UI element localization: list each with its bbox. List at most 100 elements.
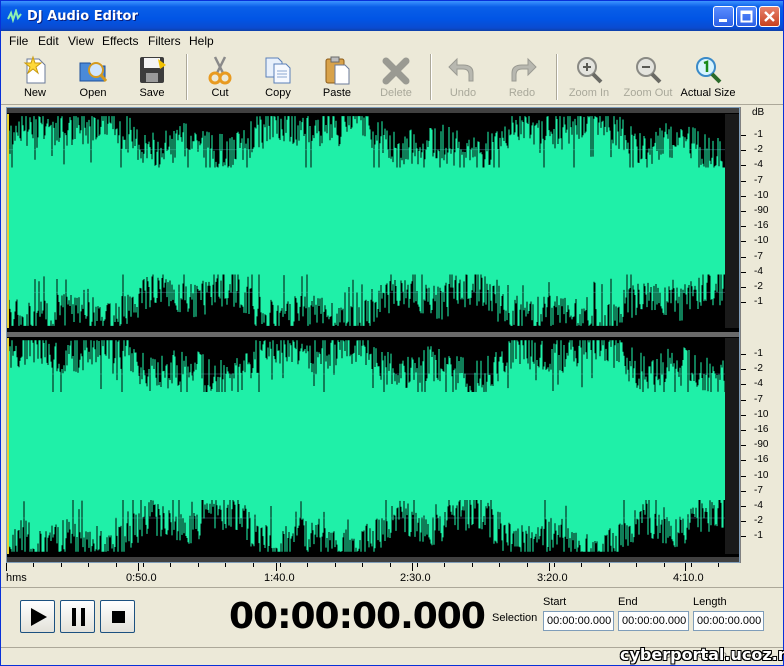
- cut-button[interactable]: Cut: [193, 53, 247, 103]
- undo-button[interactable]: Undo: [436, 53, 490, 103]
- maximize-icon: [740, 10, 753, 23]
- db-label: -7: [754, 250, 763, 262]
- delete-button[interactable]: Delete: [369, 53, 423, 103]
- timeline-label: 2:30.0: [400, 572, 431, 584]
- channel-end: [725, 114, 739, 328]
- db-tick: [741, 354, 746, 355]
- timeline-tick: [334, 563, 336, 567]
- waveform-view[interactable]: [6, 107, 740, 563]
- db-label: -10: [754, 408, 769, 420]
- zoom-out-button[interactable]: Zoom Out: [621, 53, 675, 103]
- db-label: -4: [754, 159, 763, 171]
- db-label: -1: [754, 129, 763, 140]
- channel-end: [725, 338, 739, 554]
- zoom-in-button[interactable]: Zoom In: [562, 53, 616, 103]
- db-tick: [741, 460, 746, 462]
- save-label: Save: [139, 87, 165, 99]
- db-tick: [741, 384, 746, 386]
- app-window: DJ Audio Editor File Edit View Effects F…: [0, 0, 784, 666]
- zoom-out-label: Zoom Out: [623, 87, 673, 99]
- right-channel-core: [7, 392, 725, 500]
- menu-filters[interactable]: Filters: [148, 34, 181, 48]
- timeline-label: hms: [6, 572, 27, 584]
- transport-panel: 00:00:00.000 Selection Start End Length …: [1, 587, 783, 647]
- zoom-in-icon: [577, 57, 603, 84]
- timeline-tick: [252, 563, 254, 567]
- time-display: 00:00:00.000: [229, 596, 486, 637]
- timeline-tick: [471, 563, 473, 567]
- db-scale: dB -1 -2 -4 -7 -10 -90 -16 -10 -7 -4 -2 -1 -1 -2 -4 -7 -…: [740, 107, 782, 563]
- db-tick: [741, 150, 746, 152]
- timeline-label: 3:20.0: [537, 572, 568, 584]
- close-icon: [764, 11, 775, 22]
- actual-size-icon: [696, 57, 722, 84]
- menu-help[interactable]: Help: [189, 34, 214, 48]
- timeline-major-tick: [412, 563, 413, 571]
- db-label: -2: [754, 515, 763, 527]
- menu-file[interactable]: File: [9, 34, 28, 48]
- close-button[interactable]: [759, 6, 780, 27]
- maximize-button[interactable]: [736, 6, 757, 27]
- timeline-tick: [225, 563, 227, 567]
- timeline-tick: [499, 563, 501, 567]
- db-tick: [741, 445, 746, 447]
- timeline-tick: [663, 563, 665, 567]
- db-label: -2: [754, 144, 763, 156]
- waveform-svg[interactable]: [7, 108, 739, 562]
- db-tick: [741, 399, 746, 401]
- db-label: -16: [754, 220, 769, 232]
- minimize-button[interactable]: [713, 6, 734, 27]
- timeline-tick: [60, 563, 62, 567]
- timeline-major-tick: [549, 563, 550, 571]
- copy-icon: [265, 57, 291, 84]
- menu-view[interactable]: View: [68, 34, 94, 48]
- db-label: -1: [754, 296, 763, 308]
- pause-icon: [72, 608, 85, 626]
- title-bar[interactable]: DJ Audio Editor: [1, 1, 783, 31]
- db-tick: [741, 271, 746, 273]
- timeline-major-tick: [276, 563, 277, 571]
- paste-button[interactable]: Paste: [310, 53, 364, 103]
- zoom-in-label: Zoom In: [568, 87, 610, 99]
- length-field[interactable]: 00:00:00.000: [693, 611, 764, 631]
- menu-effects[interactable]: Effects: [102, 34, 138, 48]
- redo-button[interactable]: Redo: [495, 53, 549, 103]
- db-label: -10: [754, 235, 769, 247]
- db-label: -4: [754, 265, 763, 277]
- copy-button[interactable]: Copy: [251, 53, 305, 103]
- actual-size-button[interactable]: Actual Size: [680, 53, 736, 103]
- db-unit-label: dB: [752, 107, 765, 118]
- db-label: -4: [754, 500, 763, 511]
- db-tick: [741, 506, 746, 507]
- actual-size-label: Actual Size: [680, 87, 736, 99]
- timeline-label: 1:40.0: [264, 572, 295, 584]
- menu-edit[interactable]: Edit: [38, 34, 59, 48]
- db-label: -7: [754, 393, 763, 405]
- save-button[interactable]: Save: [125, 53, 179, 103]
- timeline-tick: [526, 563, 528, 567]
- timeline-major-tick: [685, 563, 686, 571]
- db-tick: [741, 135, 746, 136]
- channel-divider: [7, 332, 739, 337]
- start-label: Start: [543, 596, 567, 608]
- timeline-tick: [581, 563, 583, 567]
- open-icon: [79, 62, 108, 82]
- db-label: -7: [754, 484, 763, 496]
- timeline-ruler[interactable]: hms 0:50.0 1:40.0 2:30.0 3:20.0 4:10.0: [6, 563, 740, 585]
- stop-button[interactable]: [100, 600, 135, 633]
- open-button[interactable]: Open: [66, 53, 120, 103]
- save-icon: [140, 57, 166, 83]
- db-tick: [741, 287, 746, 288]
- play-button[interactable]: [20, 600, 55, 633]
- pause-button[interactable]: [60, 600, 95, 633]
- delete-label: Delete: [380, 87, 412, 99]
- db-label: -90: [754, 439, 769, 451]
- db-label: -16: [754, 454, 769, 466]
- db-tick: [741, 369, 746, 371]
- end-field[interactable]: 00:00:00.000: [618, 611, 689, 631]
- db-label: -10: [754, 189, 769, 201]
- db-tick: [741, 302, 746, 304]
- db-label: -1: [754, 530, 763, 542]
- start-field[interactable]: 00:00:00.000: [543, 611, 614, 631]
- new-button[interactable]: New: [8, 53, 62, 103]
